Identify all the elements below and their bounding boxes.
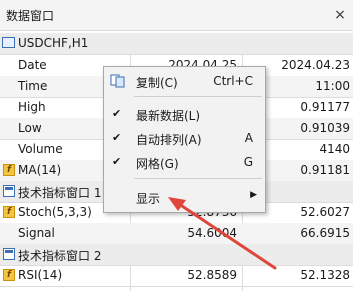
menu-item-shortcut: G: [243, 155, 253, 169]
menu-item-auto-arrange[interactable]: ✔ 自动排列(A) A: [104, 127, 265, 149]
menu-item-label: 自动排列(A): [136, 133, 202, 147]
menu-item-show[interactable]: 显示 ▶: [104, 186, 265, 208]
menu-separator: [134, 96, 262, 97]
row-name: Time: [18, 79, 48, 93]
menu-item-copy[interactable]: 复制(C) Ctrl+C: [104, 70, 265, 92]
check-icon: ✔: [112, 107, 122, 120]
context-menu: 复制(C) Ctrl+C ✔ 最新数据(L) ✔ 自动排列(A) A ✔ 网格(…: [103, 66, 266, 213]
indicator-icon: f: [3, 269, 15, 281]
row-name: Stoch(5,3,3): [18, 205, 92, 219]
symbol-row[interactable]: USDCHF,H1: [0, 33, 353, 55]
menu-item-label: 复制(C): [136, 76, 178, 90]
row-name: Volume: [18, 142, 63, 156]
table-row[interactable]: Signal 54.6004 66.6915: [0, 223, 353, 245]
indicator-window-icon: [3, 185, 15, 197]
menu-item-label: 最新数据(L): [136, 109, 201, 123]
row-name: Date: [18, 58, 47, 72]
submenu-arrow-icon: ▶: [250, 190, 257, 200]
check-icon: ✔: [112, 131, 122, 144]
row-name: High: [18, 100, 46, 114]
row-name: RSI(14): [18, 268, 63, 282]
menu-item-shortcut: Ctrl+C: [213, 74, 253, 88]
row-value-current: 54.6004: [187, 226, 237, 240]
table-row[interactable]: f RSI(14) 52.8589 52.1328: [0, 265, 353, 287]
menu-item-shortcut: A: [244, 131, 253, 145]
row-value-current: 52.8589: [187, 268, 237, 282]
indicator-window-row[interactable]: 技术指标窗口 2: [0, 244, 353, 266]
menu-item-label: 网格(G): [136, 157, 179, 171]
indicator-window-icon: [3, 248, 15, 260]
indicator-icon: f: [3, 206, 15, 218]
chart-icon: [2, 37, 15, 48]
menu-separator: [134, 178, 262, 179]
row-name: MA(14): [18, 163, 62, 177]
indicator-icon: f: [3, 164, 15, 176]
menu-item-grid[interactable]: ✔ 网格(G) G: [104, 151, 265, 173]
window-title: 数据窗口: [6, 9, 55, 23]
row-value-cursor: 66.6915: [300, 226, 350, 240]
check-icon: ✔: [112, 155, 122, 168]
row-name: Signal: [18, 226, 55, 240]
window-titlebar: 数据窗口 ×: [0, 0, 353, 31]
menu-item-latest-data[interactable]: ✔ 最新数据(L): [104, 103, 265, 125]
symbol-label: USDCHF,H1: [18, 36, 89, 50]
close-icon[interactable]: ×: [331, 6, 349, 24]
row-name: Low: [18, 121, 42, 135]
row-name: 技术指标窗口 1: [18, 186, 102, 200]
row-value-cursor: 52.1328: [300, 268, 350, 282]
copy-icon: [110, 74, 125, 88]
row-name: 技术指标窗口 2: [18, 249, 102, 263]
menu-item-label: 显示: [136, 192, 161, 206]
